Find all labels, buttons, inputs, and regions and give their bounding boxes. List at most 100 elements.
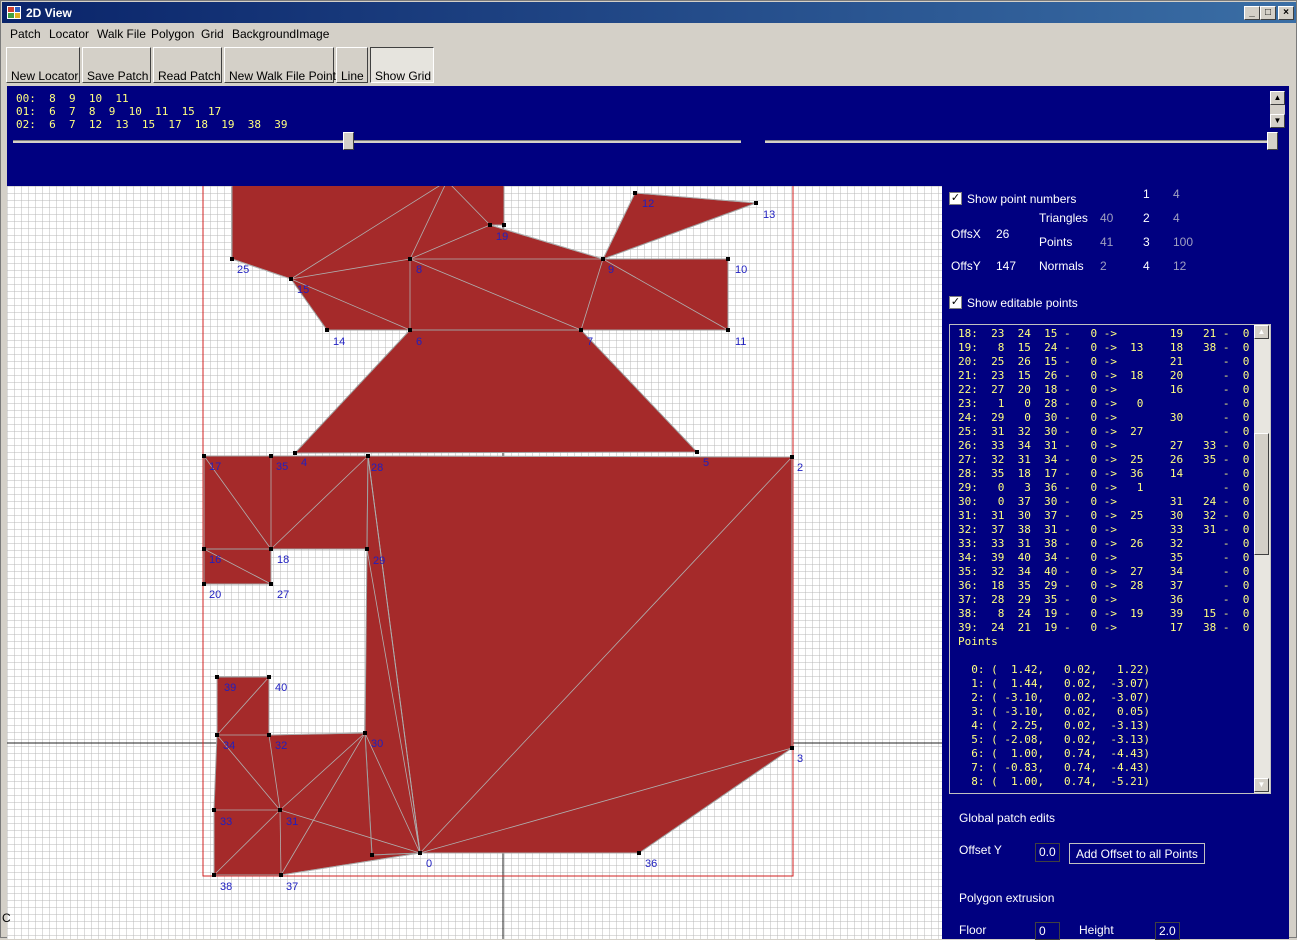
left-slider-thumb[interactable]	[342, 132, 354, 150]
vertex-point[interactable]	[370, 853, 374, 857]
vertex-point[interactable]	[601, 257, 605, 261]
scrollbar-thumb[interactable]	[1254, 433, 1269, 555]
point-label: 5	[703, 457, 709, 469]
scroll-up-icon[interactable]: ▲	[1270, 91, 1285, 105]
height-input[interactable]: 2.0	[1155, 922, 1180, 940]
point-label: 37	[286, 881, 298, 893]
list-item: 30: 0 37 30 - 0 -> 31 24 - 0	[958, 495, 1250, 508]
point-label: 0	[426, 858, 432, 870]
col-a-3: 3	[1143, 235, 1150, 249]
patch-view[interactable]: 0234 56 78 9 1011121314151617181920252728293…	[7, 186, 942, 939]
scroll-down-icon[interactable]: ▼	[1270, 114, 1285, 128]
points-label: Points	[1039, 235, 1073, 249]
vertex-point[interactable]	[278, 808, 282, 812]
list-item: 5: ( -2.08, 0.02, -3.13)	[958, 733, 1151, 746]
menu-patch[interactable]: Patch	[10, 27, 41, 41]
vertex-point[interactable]	[230, 257, 234, 261]
vertex-point[interactable]	[790, 455, 794, 459]
vertex-point[interactable]	[267, 675, 271, 679]
menu-walk-file[interactable]: Walk File	[97, 27, 146, 41]
height-label: Height	[1079, 923, 1114, 937]
show-point-numbers-checkbox[interactable]: ✓	[949, 192, 962, 205]
vertex-point[interactable]	[279, 873, 283, 877]
show-grid-button[interactable]: Show Grid	[370, 47, 434, 83]
add-offset-button[interactable]: Add Offset to all Points	[1069, 843, 1205, 864]
list-item: 38: 8 24 19 - 0 -> 19 39 15 - 0	[958, 607, 1250, 620]
line-button[interactable]: Line	[336, 47, 368, 83]
point-label: 16	[209, 554, 221, 566]
save-patch-button[interactable]: Save Patch	[82, 47, 151, 83]
vertex-point[interactable]	[289, 277, 293, 281]
info-scrollbar[interactable]: ▲ ▼	[1270, 91, 1285, 128]
vertex-point[interactable]	[215, 733, 219, 737]
right-slider-thumb[interactable]	[1266, 132, 1278, 150]
patch-data-list[interactable]: 18: 23 24 15 - 0 -> 19 21 - 0 19: 8 15 24…	[949, 324, 1271, 794]
offset-y-label: Offset Y	[959, 843, 1002, 857]
vertex-point[interactable]	[212, 808, 216, 812]
vertex-point[interactable]	[269, 454, 273, 458]
show-editable-points-label: Show editable points	[967, 296, 1078, 310]
point-label: 11	[735, 336, 746, 348]
vertex-point[interactable]	[579, 328, 583, 332]
menu-polygon[interactable]: Polygon	[151, 27, 194, 41]
offset-y-input[interactable]: 0.0	[1035, 843, 1060, 862]
col-b-2: 4	[1173, 211, 1180, 225]
floor-input[interactable]: 0	[1035, 922, 1060, 940]
vertex-point[interactable]	[363, 731, 367, 735]
vertex-point[interactable]	[269, 547, 273, 551]
list-item: 7: ( -0.83, 0.74, -4.43)	[958, 761, 1151, 774]
vertex-point[interactable]	[633, 191, 637, 195]
vertex-point[interactable]	[325, 328, 329, 332]
line-list: 00: 8 9 10 11 01: 6 7 8 9 10 11 15 17 02: …	[16, 92, 288, 131]
vertex-point[interactable]	[695, 450, 699, 454]
vertex-point[interactable]	[365, 547, 369, 551]
vertex-point[interactable]	[269, 582, 273, 586]
scroll-up-icon[interactable]: ▲	[1254, 325, 1269, 339]
right-slider-track[interactable]	[765, 140, 1277, 143]
list-item: 2: ( -3.10, 0.02, -3.07)	[958, 691, 1151, 704]
vertex-point[interactable]	[202, 582, 206, 586]
vertex-point[interactable]	[202, 454, 206, 458]
left-slider-track[interactable]	[13, 140, 741, 143]
vertex-point[interactable]	[366, 454, 370, 458]
list-scrollbar[interactable]: ▲ ▼	[1254, 325, 1270, 793]
vertex-point[interactable]	[408, 257, 412, 261]
vertex-point[interactable]	[754, 201, 758, 205]
scroll-down-icon[interactable]: ▼	[1254, 778, 1269, 792]
offsx-value: 26	[996, 227, 1010, 241]
menu-locator[interactable]: Locator	[49, 27, 89, 41]
menu-grid[interactable]: Grid	[201, 27, 224, 41]
vertex-point[interactable]	[502, 223, 506, 227]
show-point-numbers-label: Show point numbers	[967, 192, 1077, 206]
vertex-point[interactable]	[418, 851, 422, 855]
drawing-canvas[interactable]: 0 2 3 4 5 6 7 8 9 10 11 12 13 14 15 16 17 18 19 20 25 27 28 29 3…	[7, 186, 942, 939]
point-label: 33	[220, 816, 232, 828]
maximize-icon[interactable]: □	[1260, 6, 1276, 20]
close-icon[interactable]: ×	[1278, 6, 1294, 20]
vertex-point[interactable]	[637, 851, 641, 855]
vertex-point[interactable]	[212, 873, 216, 877]
read-patch-button[interactable]: Read Patch	[153, 47, 222, 83]
point-label: 30	[371, 738, 383, 750]
vertex-point[interactable]	[726, 328, 730, 332]
new-walk-file-point-button[interactable]: New Walk File Point	[224, 47, 336, 83]
vertex-point[interactable]	[202, 547, 206, 551]
floor-label: Floor	[959, 923, 987, 937]
new-locator-button[interactable]: New Locator	[6, 47, 80, 83]
vertex-point[interactable]	[488, 223, 492, 227]
vertex-point[interactable]	[215, 675, 219, 679]
menu-background-image[interactable]: BackgroundImage	[232, 27, 329, 41]
point-label: 2	[797, 462, 803, 474]
vertex-point[interactable]	[790, 746, 794, 750]
col-a-4: 4	[1143, 259, 1150, 273]
point-label: 25	[237, 264, 249, 276]
vertex-point[interactable]	[293, 451, 297, 455]
show-editable-points-checkbox[interactable]: ✓	[949, 296, 962, 309]
vertex-point[interactable]	[267, 733, 271, 737]
vertex-point[interactable]	[726, 257, 730, 261]
triangles-value: 40	[1100, 211, 1114, 225]
point-label: 27	[277, 589, 289, 601]
minimize-icon[interactable]: _	[1244, 6, 1260, 20]
vertex-point[interactable]	[408, 328, 412, 332]
list-item: 24: 29 0 30 - 0 -> 30 - 0	[958, 411, 1250, 424]
